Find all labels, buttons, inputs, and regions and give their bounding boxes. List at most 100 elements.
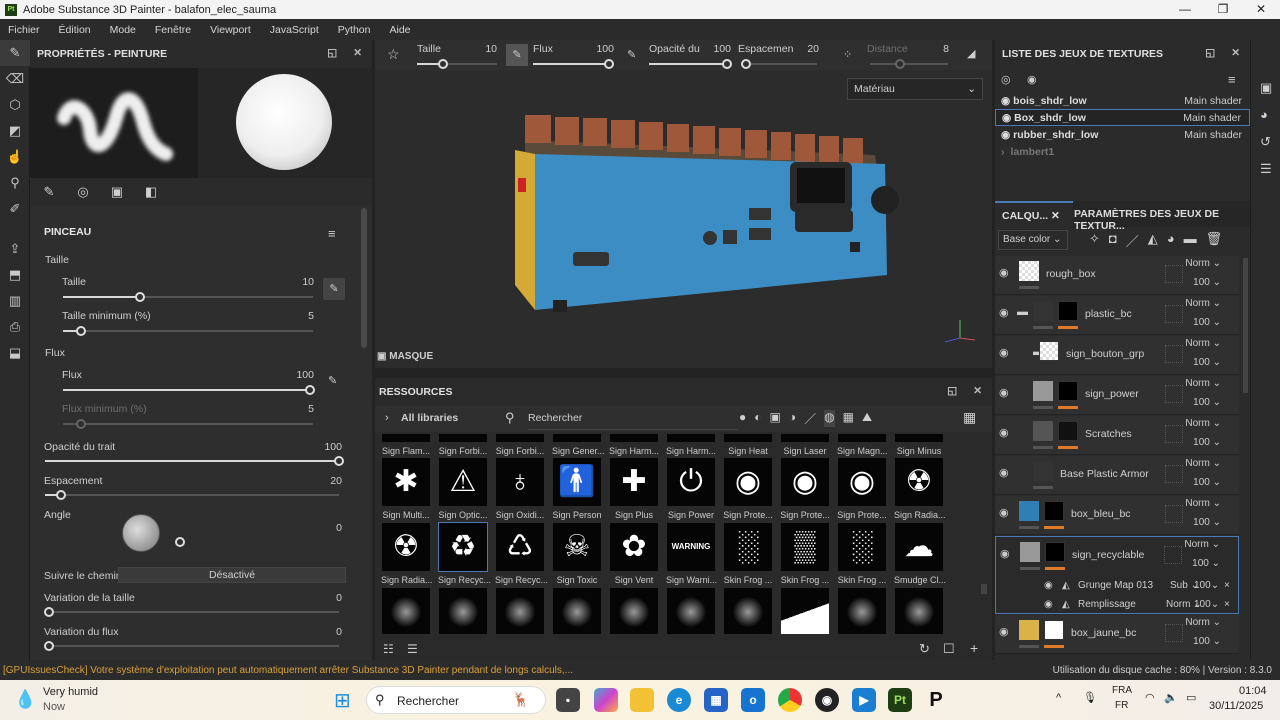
eye-icon[interactable]: ◉ (1001, 129, 1010, 141)
substance-painter-icon[interactable]: Pt (888, 688, 912, 712)
file-explorer-icon[interactable] (630, 688, 654, 712)
taille-min-slider[interactable] (63, 326, 313, 336)
remove-effect-icon[interactable]: × (1224, 599, 1230, 610)
asset-tile[interactable]: ░ Skin Frog ... (723, 523, 773, 585)
blend-mode-dropdown[interactable]: Norm ⌄ (1185, 338, 1221, 349)
opacity-dropdown[interactable]: 100 ⌄ (1193, 477, 1221, 488)
angle-dial[interactable] (122, 514, 160, 552)
flux-pressure-icon[interactable]: ✎ (328, 374, 337, 387)
smart-material-filter-icon[interactable]: ◐ (754, 410, 761, 427)
opacity-dropdown[interactable]: 100 ⌄ (1193, 437, 1221, 448)
mask-filter-icon[interactable]: ▣ (770, 410, 781, 427)
tray-chevron-icon[interactable]: ^ (1056, 692, 1061, 704)
menu-fichier[interactable]: Fichier (8, 24, 40, 36)
asset-tile[interactable]: ⊘ Sign Forbi... (438, 434, 488, 456)
visibility-settings-icon[interactable]: ◎ (1001, 73, 1011, 86)
grid-view-icon[interactable]: ▦ (963, 409, 976, 426)
language-secondary[interactable]: FR (1115, 700, 1128, 711)
edge-icon[interactable]: e (667, 688, 691, 712)
opacite-slider[interactable] (45, 456, 344, 466)
blend-mode-dropdown[interactable]: Norm ⌄ (1185, 378, 1221, 389)
texture-set-item[interactable]: ◉ Box_shdr_low Main shader (995, 109, 1250, 126)
tb-pressure-size-icon[interactable]: ✎ (506, 44, 528, 66)
espacement-value[interactable]: 20 (308, 475, 342, 487)
clock-time[interactable]: 01:04 (1239, 685, 1267, 697)
smart-mask-icon[interactable]: ◘ (1109, 231, 1117, 250)
measure-icon[interactable]: ▥ (0, 288, 30, 314)
language-primary[interactable]: FRA (1112, 685, 1132, 696)
wifi-icon[interactable]: ◠ (1145, 691, 1155, 704)
opacity-dropdown[interactable]: 100 ⌄ (1193, 277, 1221, 288)
blend-mode-dropdown[interactable]: Norm ⌄ (1185, 498, 1221, 509)
asset-tile[interactable]: 🚹 Sign Person (552, 458, 602, 520)
asset-tile[interactable]: ☢ Sign Radia... (894, 458, 946, 520)
float-icon[interactable]: ◱ (327, 47, 337, 59)
asset-tile[interactable] (552, 588, 602, 634)
variation-taille-slider[interactable] (44, 607, 339, 617)
tb-taille-value[interactable]: 10 (470, 43, 497, 55)
menu-aide[interactable]: Aide (389, 24, 410, 36)
asset-tile[interactable]: ✱ Sign Multi... (381, 458, 431, 520)
volume-icon[interactable]: 🔈 (1164, 691, 1178, 704)
tb-opacite-slider[interactable] (649, 59, 732, 69)
layers-scrollbar[interactable] (1243, 258, 1248, 393)
tb-espacement-slider[interactable] (741, 59, 817, 69)
folder-list-icon[interactable]: ☰ (407, 642, 418, 656)
brush-filter-icon[interactable]: ／ (804, 410, 816, 427)
start-icon[interactable]: ⊞ (334, 688, 351, 713)
espacement-slider[interactable] (45, 490, 339, 500)
menu-fenetre[interactable]: Fenêtre (155, 24, 191, 36)
layer-row[interactable]: ◉ box_jaune_bc Norm ⌄ 100 ⌄ (995, 615, 1239, 654)
eye-icon[interactable]: ◉ (999, 625, 1009, 638)
asset-tile[interactable]: ◉ Sign Prote... (723, 458, 773, 520)
texsets-menu-icon[interactable]: ≡ (1228, 72, 1236, 87)
layer-mask-slot[interactable] (1165, 345, 1183, 363)
effect-opacity-dropdown[interactable]: 100⌄ (1194, 599, 1219, 610)
eye-icon[interactable]: ◉ (1000, 547, 1010, 560)
close-tab-icon[interactable]: ✕ (1051, 210, 1060, 222)
variation-taille-value[interactable]: 0 (308, 592, 342, 604)
taille-min-value[interactable]: 5 (280, 310, 314, 322)
eye-icon[interactable]: ◉ (1044, 599, 1053, 610)
add-fill-layer-icon[interactable]: ◭ (1148, 231, 1158, 250)
asset-tile[interactable] (837, 588, 887, 634)
asset-tile[interactable] (438, 588, 488, 634)
tb-taille-slider[interactable] (417, 59, 497, 69)
import-list-icon[interactable]: ☷ (383, 642, 394, 656)
asset-tile[interactable] (666, 588, 716, 634)
asset-tile[interactable] (381, 588, 431, 634)
menu-viewport[interactable]: Viewport (210, 24, 251, 36)
asset-tile[interactable]: ✷ Sign Laser (780, 434, 830, 456)
asset-tile[interactable]: ◉ Sign Prote... (780, 458, 830, 520)
eye-icon[interactable]: ◉ (999, 386, 1009, 399)
asset-tile[interactable]: ☠ Sign Toxic (552, 523, 602, 585)
menu-python[interactable]: Python (338, 24, 371, 36)
weather-icon[interactable]: 💧 (14, 689, 36, 710)
status-message[interactable]: [GPUIssuesCheck] Votre système d'exploit… (3, 665, 573, 676)
layer-mask-slot[interactable] (1165, 624, 1183, 642)
angle-knob[interactable] (175, 537, 185, 547)
layer-mask-slot[interactable] (1164, 546, 1182, 564)
log-icon[interactable]: ☰ (1260, 155, 1280, 182)
blend-mode-dropdown[interactable]: Norm ⌄ (1185, 617, 1221, 628)
opacite-value[interactable]: 100 (308, 441, 342, 453)
color-picker-icon[interactable]: ✐ (0, 196, 30, 222)
folder-icon[interactable]: ▬ (1017, 306, 1028, 318)
add-paint-layer-icon[interactable]: ／ (1126, 231, 1139, 250)
asset-tile[interactable]: ⚠ Sign Magn... (837, 434, 888, 456)
close-panel-icon[interactable]: ✕ (353, 47, 362, 59)
effect-row[interactable]: ◉ ◭ Remplissage Norm ⌄ 100⌄ × (1044, 596, 1238, 615)
properties-scrollbar[interactable] (361, 208, 367, 348)
flux-value[interactable]: 100 (280, 369, 314, 381)
layer-mask-slot[interactable] (1165, 465, 1183, 483)
eye-icon[interactable]: ◉ (1001, 95, 1010, 107)
texture-set-lambert1[interactable]: › lambert1 (995, 143, 1250, 160)
blend-mode-dropdown[interactable]: Norm ⌄ (1185, 458, 1221, 469)
texture-filter-icon[interactable]: ▦ (843, 410, 854, 427)
layer-row[interactable]: ◉ sign_recyclable Norm ⌄ 100 ⌄ ◉ ◭ Grunge Map … (995, 536, 1239, 614)
asset-tile[interactable]: ⚠ Sign Gener... (552, 434, 605, 456)
suivre-chemin-dropdown[interactable]: Désactivé (118, 567, 346, 583)
uv-icon[interactable]: ⬓ (0, 340, 30, 366)
eye-icon[interactable]: ◉ (999, 266, 1009, 279)
eye-icon[interactable]: ◉ (999, 306, 1009, 319)
